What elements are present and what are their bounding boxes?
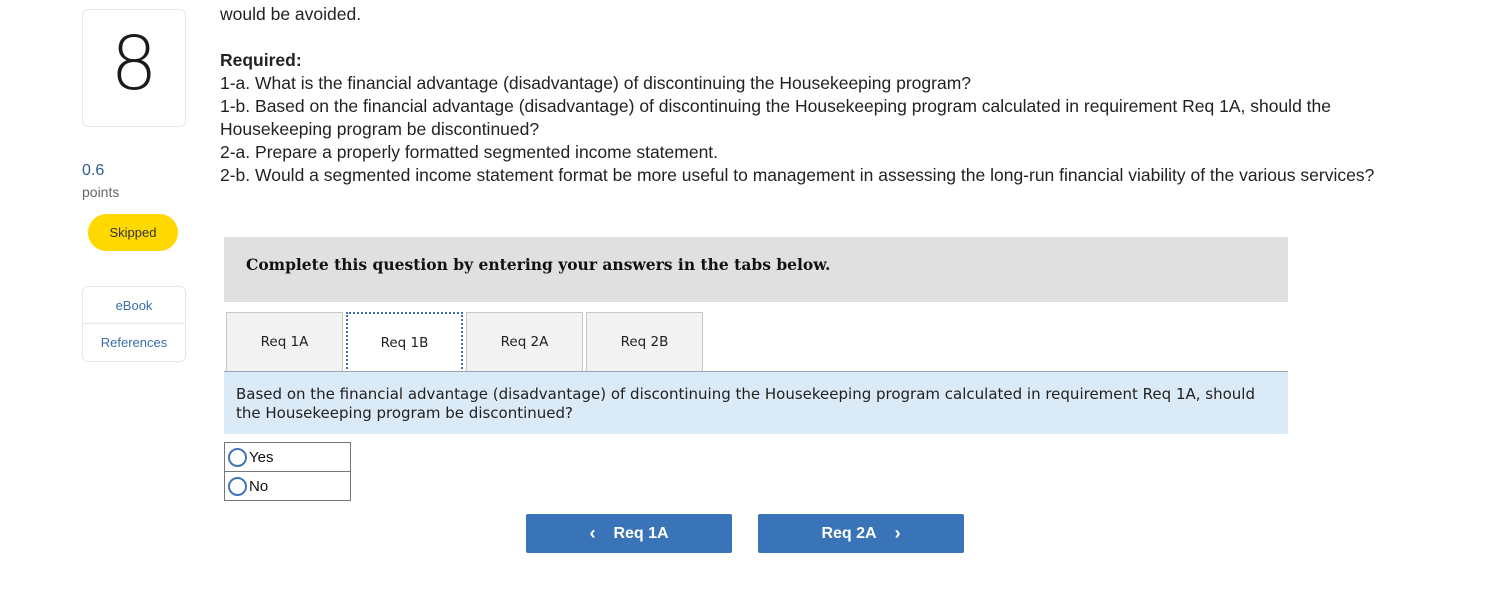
points-value: 0.6	[82, 162, 105, 179]
answer-options: Yes No	[224, 442, 351, 501]
instruction-text: Complete this question by entering your …	[246, 255, 831, 274]
requirement-2a: 2-a. Prepare a properly formatted segmen…	[220, 142, 719, 162]
tab-label: Req 1A	[260, 334, 309, 350]
next-tab-button[interactable]: Req 2A ›	[758, 514, 964, 553]
prev-tab-button[interactable]: ‹ Req 1A	[526, 514, 732, 553]
chevron-left-icon: ‹	[589, 523, 596, 543]
question-number: 8	[110, 21, 158, 107]
points-label: points	[82, 184, 120, 200]
requirement-2b: 2-b. Would a segmented income statement …	[220, 165, 1375, 185]
resources-panel: eBook References	[82, 286, 186, 362]
references-link[interactable]: References	[83, 323, 185, 360]
instruction-box: Complete this question by entering your …	[224, 237, 1288, 302]
required-heading: Required:	[220, 50, 302, 70]
requirement-1b: 1-b. Based on the financial advantage (d…	[220, 96, 1331, 139]
status-badge-label: Skipped	[109, 225, 157, 240]
chevron-right-icon: ›	[894, 523, 901, 543]
question-number-box: 8	[82, 9, 186, 127]
tab-req-2a[interactable]: Req 2A	[466, 312, 583, 371]
option-yes[interactable]: Yes	[225, 443, 350, 471]
tab-label: Req 1B	[380, 334, 429, 351]
radio-button-icon[interactable]	[228, 447, 247, 467]
option-label: Yes	[249, 448, 274, 466]
prev-tab-label: Req 1A	[613, 524, 669, 542]
option-label: No	[249, 477, 269, 495]
requirements-list: 1-a. What is the financial advantage (di…	[220, 72, 1380, 187]
next-tab-label: Req 2A	[821, 524, 877, 542]
tab-label: Req 2B	[620, 334, 669, 350]
ebook-link[interactable]: eBook	[83, 287, 185, 323]
tab-req-2b[interactable]: Req 2B	[586, 312, 703, 371]
tab-label: Req 2A	[500, 334, 549, 350]
requirement-1a: 1-a. What is the financial advantage (di…	[220, 73, 972, 93]
requirement-tabs: Req 1A Req 1B Req 2A Req 2B	[226, 312, 706, 373]
tab-req-1a[interactable]: Req 1A	[226, 312, 343, 371]
question-banner-text: Based on the financial advantage (disadv…	[236, 385, 1255, 422]
ebook-link-label: eBook	[115, 297, 153, 313]
prompt-cut-line: would be avoided.	[220, 4, 362, 24]
option-no[interactable]: No	[225, 471, 350, 500]
radio-button-icon[interactable]	[228, 476, 247, 496]
status-badge: Skipped	[88, 214, 178, 251]
tab-req-1b[interactable]: Req 1B	[346, 312, 463, 373]
references-link-label: References	[100, 334, 168, 350]
question-banner: Based on the financial advantage (disadv…	[224, 372, 1288, 434]
